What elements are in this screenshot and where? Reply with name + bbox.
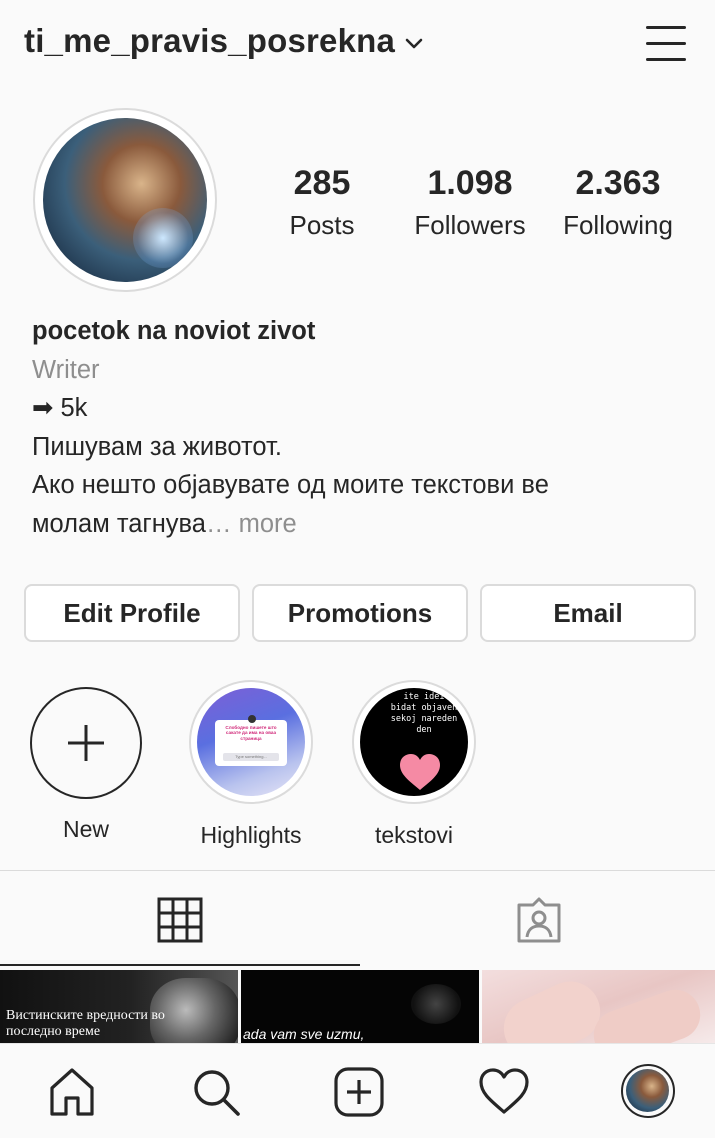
category-label: Writer xyxy=(32,355,100,384)
posts-value: 285 xyxy=(293,164,351,202)
highlight-cover: ite idei bidat objaven sekoj nareden den xyxy=(352,680,476,804)
edit-profile-button[interactable]: Edit Profile xyxy=(24,584,240,642)
search-icon[interactable] xyxy=(190,1066,242,1118)
home-icon[interactable] xyxy=(46,1066,98,1118)
followers-value: 1.098 xyxy=(427,164,513,202)
post-thumbnail[interactable] xyxy=(482,970,715,1043)
bio-line: ➡ 5k xyxy=(32,394,88,422)
profile-header: ti_me_pravis_posrekna xyxy=(0,0,715,92)
highlight-new[interactable]: New xyxy=(21,680,151,843)
highlight-card-avatar xyxy=(248,715,256,723)
grid-icon[interactable] xyxy=(157,897,203,943)
avatar-image xyxy=(43,118,207,282)
post-grid: Вистинските вредности во последно време … xyxy=(0,970,715,1043)
bottom-navigation xyxy=(0,1043,715,1138)
bio-line: Пишувам за животот. xyxy=(32,432,282,461)
username-title[interactable]: ti_me_pravis_posrekna xyxy=(24,22,395,60)
following-count[interactable]: 2.363 Following xyxy=(552,163,684,247)
posts-label: Posts xyxy=(289,210,355,240)
bio-line-truncated: молам тагнува… more xyxy=(32,509,297,538)
profile-avatar-icon[interactable] xyxy=(621,1064,675,1118)
highlight-card-text: Слободно пишете што сакате да има на ова… xyxy=(225,725,277,741)
post-thumbnail[interactable]: Вистинските вредности во последно време xyxy=(0,970,238,1043)
hamburger-menu-icon[interactable] xyxy=(642,22,690,66)
post-thumbnail[interactable]: ada vam sve uzmu, xyxy=(241,970,479,1043)
bio-more-link[interactable]: more xyxy=(239,510,297,538)
highlight-cover-text: ite idei bidat objaven sekoj nareden den xyxy=(390,692,458,735)
highlight-tekstovi[interactable]: ite idei bidat objaven sekoj nareden den… xyxy=(349,680,479,849)
email-button[interactable]: Email xyxy=(480,584,696,642)
following-value: 2.363 xyxy=(575,164,661,202)
highlight-label: Highlights xyxy=(200,822,302,848)
profile-bio: pocetok na noviot zivot Writer ➡ 5k Пишу… xyxy=(32,312,692,543)
plus-icon xyxy=(68,725,104,761)
highlight-cover: Слободно пишете што сакате да има на ова… xyxy=(189,680,313,804)
highlight-card-input: Type something... xyxy=(235,754,267,759)
profile-avatar[interactable] xyxy=(33,108,217,292)
followers-label: Followers xyxy=(414,210,526,240)
heart-icon[interactable] xyxy=(478,1066,530,1118)
active-tab-indicator xyxy=(0,964,360,966)
highlight-highlights[interactable]: Слободно пишете што сакате да има на ова… xyxy=(186,680,316,849)
highlight-label: tekstovi xyxy=(375,822,453,848)
post-caption: Вистинските вредности во последно време xyxy=(6,1008,165,1039)
followers-count[interactable]: 1.098 Followers xyxy=(400,163,540,247)
add-post-icon[interactable] xyxy=(333,1066,385,1118)
post-caption: ada vam sve uzmu, xyxy=(243,1026,365,1042)
profile-tabs xyxy=(0,870,715,969)
highlight-label: New xyxy=(62,816,109,842)
chevron-down-icon[interactable] xyxy=(400,30,428,58)
display-name: pocetok na noviot zivot xyxy=(32,317,316,345)
promotions-button[interactable]: Promotions xyxy=(252,584,468,642)
new-highlight-circle[interactable] xyxy=(30,687,142,799)
posts-count[interactable]: 285 Posts xyxy=(262,163,382,247)
tagged-photos-icon[interactable] xyxy=(515,897,563,943)
bio-line: Ако нешто објавувате од моите текстови в… xyxy=(32,471,549,499)
heart-sticker-icon xyxy=(400,754,440,790)
following-label: Following xyxy=(563,210,673,240)
